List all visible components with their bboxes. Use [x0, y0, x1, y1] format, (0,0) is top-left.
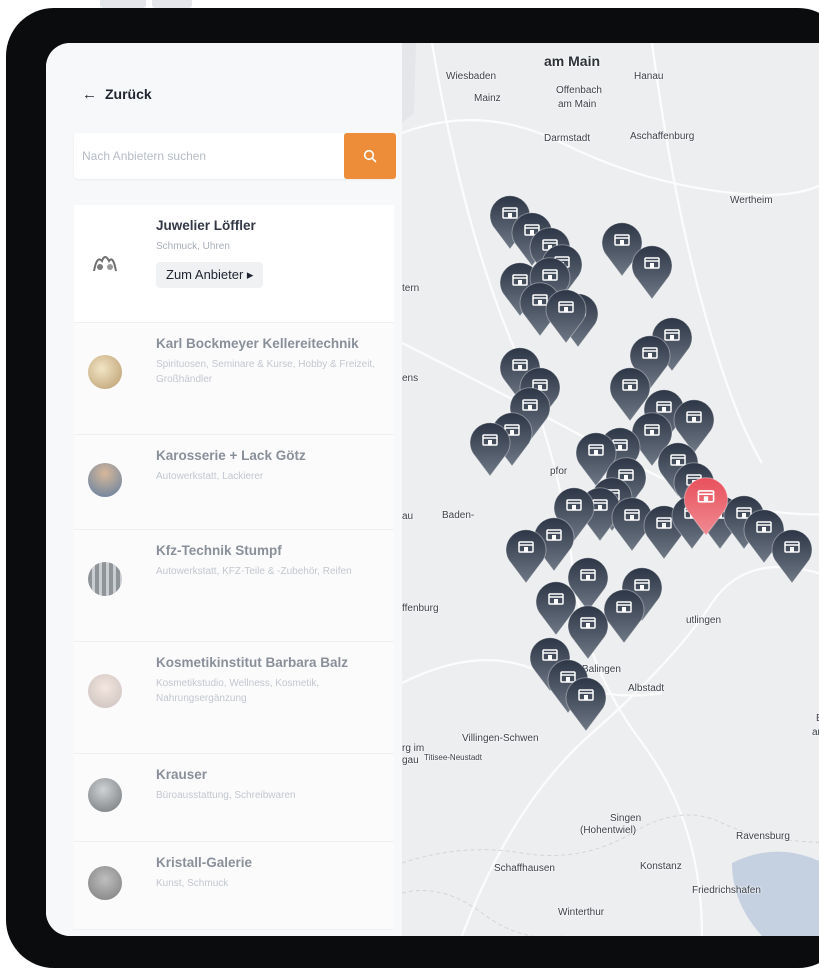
vendor-categories: Autowerkstatt, Lackierer: [156, 471, 264, 482]
city-label: Singen: [610, 813, 642, 824]
city-label: (Hohentwiel): [580, 825, 637, 836]
tablet-frame: ← Zurück Nach Anbietern suchen Juwelier …: [6, 8, 819, 968]
vendor-avatar: [88, 866, 122, 900]
city-label: Friedrichshafen: [692, 885, 761, 896]
city-label: utlingen: [686, 615, 722, 626]
city-label: tern: [402, 283, 420, 294]
shop-icon: [683, 477, 729, 537]
arrow-left-icon: ←: [82, 85, 97, 103]
search-button[interactable]: [344, 133, 396, 179]
vendor-avatar: [88, 674, 122, 708]
shop-icon: [771, 529, 813, 584]
screen: ← Zurück Nach Anbietern suchen Juwelier …: [46, 43, 819, 936]
back-label: Zurück: [105, 86, 152, 102]
city-label: pfor: [550, 466, 568, 477]
vendor-categories: Spirituosen, Seminare & Kurse, Hobby & F…: [156, 359, 375, 385]
vendor-item[interactable]: Kosmetikinstitut Barbara Balz Kosmetikst…: [74, 642, 394, 754]
vendor-categories: Autowerkstatt, KFZ-Teile & -Zubehör, Rei…: [156, 566, 352, 577]
city-label: Offenbach: [556, 85, 602, 96]
vendor-item[interactable]: Karosserie + Lack Götz Autowerkstatt, La…: [74, 435, 394, 530]
map-marker[interactable]: [768, 525, 816, 590]
vendor-item[interactable]: Karl Bockmeyer Kellereitechnik Spirituos…: [74, 323, 394, 435]
city-label: Mainz: [474, 93, 501, 104]
vendor-detail-button[interactable]: Zum Anbieter ▸: [156, 262, 264, 288]
browser-tab: [152, 0, 192, 8]
vendor-logo: [88, 247, 122, 281]
vendor-avatar: [88, 562, 122, 596]
city-label: Titisee-Neustadt: [424, 753, 482, 762]
city-label: Albstadt: [628, 683, 665, 694]
vendor-item[interactable]: Krauser Büroausstattung, Schreibwaren: [74, 754, 394, 842]
vendor-name: Kfz-Technik Stumpf: [156, 543, 282, 558]
vendor-list: Juwelier Löffler Schmuck, Uhren Zum Anbi…: [74, 205, 394, 930]
vendor-name: Juwelier Löffler: [156, 218, 256, 233]
vendor-categories: Schmuck, Uhren: [156, 241, 230, 252]
shop-icon: [545, 289, 587, 344]
city-label: Hanau: [634, 71, 664, 82]
city-label: Wiesbaden: [446, 71, 497, 82]
shop-icon: [565, 677, 607, 732]
vendor-item[interactable]: Kfz-Technik Stumpf Autowerkstatt, KFZ-Te…: [74, 530, 394, 642]
shop-icon: [469, 422, 511, 477]
shop-icon: [631, 245, 673, 300]
city-label: Villingen-Schwen: [462, 733, 539, 744]
city-label: an de: [812, 727, 819, 738]
map-marker[interactable]: [542, 285, 590, 350]
vendor-categories: Büroausstattung, Schreibwaren: [156, 790, 296, 801]
city-label: Darmstadt: [544, 133, 591, 144]
search-box: [74, 133, 396, 179]
vendor-avatar: [88, 463, 122, 497]
back-link[interactable]: ← Zurück: [82, 86, 152, 102]
vendor-name: Krauser: [156, 767, 208, 782]
city-label: ffenburg: [402, 603, 439, 614]
city-label: Winterthur: [558, 907, 605, 918]
vendor-name: Kosmetikinstitut Barbara Balz: [156, 655, 349, 670]
map-marker[interactable]: [562, 673, 610, 738]
vendor-map[interactable]: am Main Wiesbaden Hanau Mainz Offenbach am Ma…: [402, 43, 819, 936]
city-label: au: [402, 511, 414, 522]
vendor-avatar: [88, 355, 122, 389]
city-label: Konstanz: [640, 861, 682, 872]
vendor-name: Kristall-Galerie: [156, 855, 253, 870]
city-label: Baden-: [442, 510, 475, 521]
map-marker[interactable]: [628, 241, 676, 306]
vendor-sidebar: ← Zurück Nach Anbietern suchen Juwelier …: [46, 43, 402, 936]
city-label: Aschaffenburg: [630, 131, 695, 142]
browser-tab: [100, 0, 146, 8]
shop-icon: [505, 529, 547, 584]
vendor-categories: Kosmetikstudio, Wellness, Kosmetik, Nahr…: [156, 678, 320, 704]
city-label: gau: [402, 755, 419, 766]
vendor-avatar: [88, 778, 122, 812]
vendor-item[interactable]: Juwelier Löffler Schmuck, Uhren Zum Anbi…: [74, 205, 394, 323]
city-label: ens: [402, 373, 419, 384]
vendor-item[interactable]: Kristall-Galerie Kunst, Schmuck: [74, 842, 394, 930]
city-label: Wertheim: [730, 195, 773, 206]
vendor-name: Karosserie + Lack Götz: [156, 448, 306, 463]
search-input[interactable]: [74, 133, 332, 179]
city-label: rg im: [402, 743, 425, 754]
city-label: am Main: [558, 99, 597, 110]
vendor-categories: Kunst, Schmuck: [156, 878, 229, 889]
city-label: Ravensburg: [736, 831, 790, 842]
vendor-name: Karl Bockmeyer Kellereitechnik: [156, 336, 359, 351]
city-label: am Main: [544, 53, 601, 69]
search-icon: [363, 149, 377, 163]
city-label: Schaffhausen: [494, 863, 555, 874]
map-marker-active[interactable]: [680, 472, 732, 543]
map-marker[interactable]: [466, 418, 514, 483]
